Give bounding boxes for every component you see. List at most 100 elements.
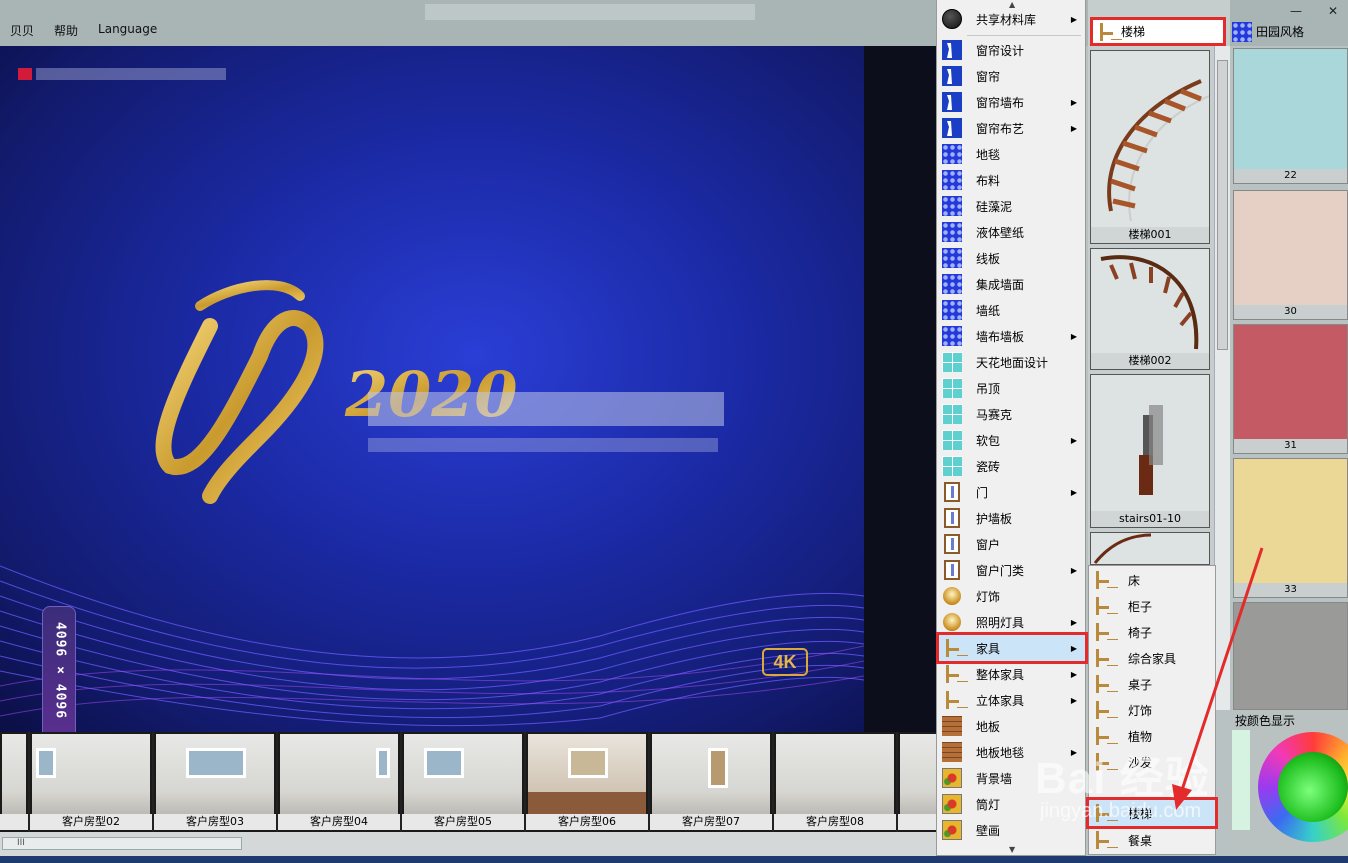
menu-item[interactable]: 硅藻泥 <box>939 193 1085 219</box>
submenu-arrow-icon: ▶ <box>1070 435 1077 445</box>
menu-item[interactable]: 立体家具 ▶ <box>939 687 1085 713</box>
room-thumbnail[interactable]: 客户房型05 <box>402 732 526 832</box>
pattern-icon <box>941 325 963 347</box>
menu-item[interactable]: 地毯 <box>939 141 1085 167</box>
room-thumbnail[interactable]: 客户 <box>898 732 936 832</box>
stairs-item[interactable] <box>1090 532 1210 565</box>
menu-item[interactable]: 布料 <box>939 167 1085 193</box>
thumbnail-label: 客户房型06 <box>526 814 648 830</box>
scrollbar-thumb[interactable]: III <box>2 837 242 850</box>
stairs-category-header[interactable]: 楼梯 <box>1090 17 1226 46</box>
menu-item[interactable]: 墙纸 <box>939 297 1085 323</box>
main-canvas[interactable]: 2020 4096 × 4096 4K <box>0 46 864 732</box>
4k-badge: 4K <box>762 648 808 676</box>
submenu-arrow-icon: ▶ <box>1070 14 1077 24</box>
menu-item[interactable]: 窗帘 <box>939 63 1085 89</box>
menu-item[interactable]: 窗帘设计 <box>939 37 1085 63</box>
horizontal-scrollbar[interactable]: III <box>0 832 936 856</box>
stairs-item[interactable]: 楼梯001 <box>1090 50 1210 244</box>
chair-icon <box>1091 621 1113 643</box>
room-thumbnail[interactable] <box>0 732 30 832</box>
submenu-item[interactable]: 灯饰 <box>1089 697 1215 723</box>
thumbnail-label: 客户房型08 <box>774 814 896 830</box>
submenu-arrow-icon: ▶ <box>1070 695 1077 705</box>
pattern-icon <box>941 169 963 191</box>
menu-item[interactable]: 门 ▶ <box>939 479 1085 505</box>
menu-item[interactable]: 吊顶 <box>939 375 1085 401</box>
flower-icon <box>941 819 963 841</box>
room-thumbnail[interactable]: 客户房型07 <box>650 732 774 832</box>
room-thumbnail-strip: 客户房型02 客户房型03 客户房型04 客户房型05 客户房型06 客户房型0… <box>0 732 936 832</box>
submenu-arrow-icon: ▶ <box>1070 643 1077 653</box>
submenu-arrow-icon: ▶ <box>1070 565 1077 575</box>
menu-language[interactable]: Language <box>98 22 157 39</box>
menu-item-furniture[interactable]: 家具 ▶ <box>936 632 1088 664</box>
chair-icon <box>941 637 963 659</box>
menu-item[interactable]: 窗户门类 ▶ <box>939 557 1085 583</box>
submenu-arrow-icon: ▶ <box>1070 487 1077 497</box>
room-thumbnail[interactable]: 客户房型04 <box>278 732 402 832</box>
menu-item[interactable]: 墙布墙板 ▶ <box>939 323 1085 349</box>
room-thumbnail[interactable]: 客户房型06 <box>526 732 650 832</box>
grid-icon <box>941 429 963 451</box>
menu-item[interactable]: 窗户 <box>939 531 1085 557</box>
menu-item[interactable]: 软包 ▶ <box>939 427 1085 453</box>
chair-icon <box>1091 699 1113 721</box>
stairs-item[interactable]: 楼梯002 <box>1090 248 1210 370</box>
submenu-arrow-icon: ▶ <box>1070 123 1077 133</box>
menu-item[interactable]: 整体家具 ▶ <box>939 661 1085 687</box>
menu-item[interactable]: 照明灯具 ▶ <box>939 609 1085 635</box>
room-thumbnail[interactable]: 客户房型08 <box>774 732 898 832</box>
menu-item[interactable]: 液体壁纸 <box>939 219 1085 245</box>
menu-item[interactable]: 集成墙面 <box>939 271 1085 297</box>
color-wheel[interactable] <box>1258 732 1348 842</box>
menu-item[interactable]: 天花地面设计 <box>939 349 1085 375</box>
room-thumbnail[interactable]: 客户房型02 <box>30 732 154 832</box>
color-swatch[interactable]: 30 <box>1233 190 1348 320</box>
scroll-down-icon[interactable]: ▼ <box>1009 845 1015 854</box>
curtain-icon <box>941 91 963 113</box>
menu-item-shared-library[interactable]: 共享材料库 ▶ <box>939 6 1085 32</box>
submenu-item[interactable]: 综合家具 <box>1089 645 1215 671</box>
color-swatch[interactable]: 33 <box>1233 458 1348 598</box>
chair-icon <box>941 689 963 711</box>
pattern-icon <box>941 195 963 217</box>
chair-icon <box>941 663 963 685</box>
menu-item[interactable]: 窗帘布艺 ▶ <box>939 115 1085 141</box>
room-thumbnail[interactable]: 客户房型03 <box>154 732 278 832</box>
blurred-text <box>36 68 226 80</box>
close-button[interactable]: ✕ <box>1328 4 1338 18</box>
minimize-button[interactable]: — <box>1290 4 1302 18</box>
stairs-scrollbar[interactable] <box>1214 46 1230 710</box>
style-category-header[interactable]: 田园风格 <box>1232 17 1348 46</box>
submenu-item[interactable]: 椅子 <box>1089 619 1215 645</box>
color-swatch[interactable]: 22 <box>1233 48 1348 184</box>
chair-icon <box>1091 829 1113 851</box>
chair-icon <box>1091 569 1113 591</box>
stairs-image <box>1093 533 1152 564</box>
color-swatch[interactable] <box>1233 602 1348 710</box>
stairs-item[interactable]: stairs01-10 <box>1090 374 1210 528</box>
menu-item[interactable]: 灯饰 <box>939 583 1085 609</box>
swatch-label: 30 <box>1234 305 1347 319</box>
menu-item[interactable]: 瓷砖 <box>939 453 1085 479</box>
menu-item[interactable]: 窗帘墙布 ▶ <box>939 89 1085 115</box>
pattern-icon <box>941 299 963 321</box>
submenu-arrow-icon: ▶ <box>1070 617 1077 627</box>
menu-item[interactable]: 护墙板 <box>939 505 1085 531</box>
color-swatch[interactable]: 31 <box>1233 324 1348 454</box>
canvas-margin <box>864 46 936 732</box>
menu-help[interactable]: 帮助 <box>54 22 78 39</box>
scrollbar-thumb[interactable] <box>1217 60 1228 350</box>
menu-item[interactable]: 地板 <box>939 713 1085 739</box>
menu-item[interactable]: 马赛克 <box>939 401 1085 427</box>
menu-beibei[interactable]: 贝贝 <box>10 22 34 39</box>
submenu-item[interactable]: 桌子 <box>1089 671 1215 697</box>
submenu-item[interactable]: 柜子 <box>1089 593 1215 619</box>
door-icon <box>941 533 963 555</box>
submenu-item[interactable]: 餐桌 <box>1089 827 1215 853</box>
swatch-label: 33 <box>1234 583 1347 597</box>
stairs-image <box>1139 405 1163 495</box>
submenu-item[interactable]: 床 <box>1089 567 1215 593</box>
menu-item[interactable]: 线板 <box>939 245 1085 271</box>
